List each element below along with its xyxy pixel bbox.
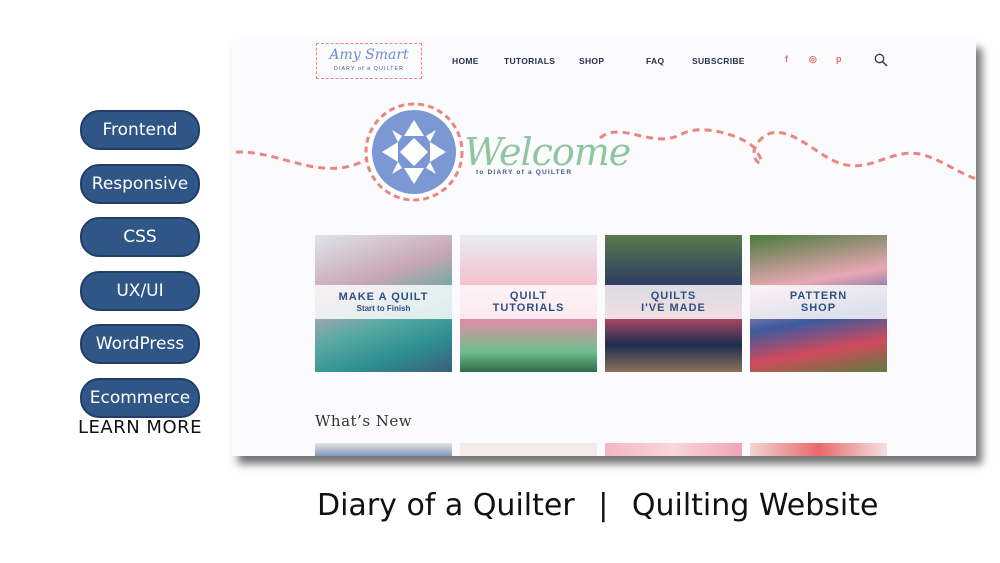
card-subtitle: Start to Finish: [356, 303, 411, 313]
card-quilts-ive-made[interactable]: QUILTS I'VE MADE: [605, 235, 742, 372]
card-quilt-tutorials[interactable]: QUILT TUTORIALS: [460, 235, 597, 372]
learn-more-link[interactable]: LEARN MORE: [70, 417, 210, 438]
whats-new-heading: What’s New: [315, 412, 413, 430]
website-screenshot: Amy Smart DIARY of a QUILTER HOME TUTORI…: [232, 40, 976, 456]
tag-responsive[interactable]: Responsive: [80, 163, 200, 204]
post-thumbnail[interactable]: [315, 443, 452, 456]
card-title: MAKE A QUILT: [338, 290, 429, 303]
tag-ux-ui[interactable]: UX/UI: [80, 270, 200, 311]
skill-tag-list: Frontend Responsive CSS UX/UI WordPress …: [80, 110, 200, 431]
card-title: PATTERN SHOP: [789, 290, 848, 314]
card-label: MAKE A QUILT Start to Finish: [315, 285, 452, 319]
caption-description: Quilting Website: [631, 488, 879, 523]
card-label: PATTERN SHOP: [750, 285, 887, 319]
tag-ecommerce[interactable]: Ecommerce: [80, 377, 200, 418]
card-label: QUILTS I'VE MADE: [605, 285, 742, 319]
tag-css[interactable]: CSS: [80, 217, 200, 257]
tag-wordpress[interactable]: WordPress: [80, 324, 200, 364]
post-thumbnail[interactable]: [750, 443, 887, 456]
caption-site-name: Diary of a Quilter: [317, 488, 575, 523]
post-thumbnail[interactable]: [460, 443, 597, 456]
card-label: QUILT TUTORIALS: [460, 285, 597, 319]
card-pattern-shop[interactable]: PATTERN SHOP: [750, 235, 887, 372]
card-title: QUILT TUTORIALS: [492, 290, 565, 314]
welcome-title: Welcome: [464, 130, 631, 174]
caption-separator: |: [598, 488, 609, 523]
tag-frontend[interactable]: Frontend: [80, 110, 200, 150]
project-caption: Diary of a Quilter | Quilting Website: [317, 488, 878, 523]
post-thumbnail[interactable]: [605, 443, 742, 456]
welcome-subtitle: to DIARY of a QUILTER: [476, 169, 573, 176]
card-title: QUILTS I'VE MADE: [641, 290, 706, 314]
card-make-a-quilt[interactable]: MAKE A QUILT Start to Finish: [315, 235, 452, 372]
